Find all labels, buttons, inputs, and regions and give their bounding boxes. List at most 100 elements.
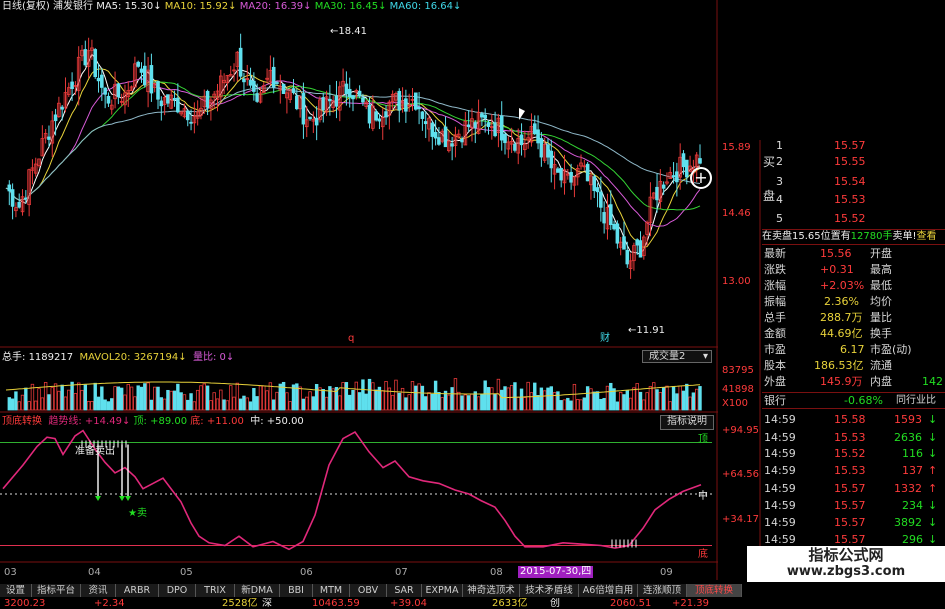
arrow-down-icon: ↓	[928, 447, 938, 460]
volume-bar	[328, 386, 332, 411]
month-label: 03	[4, 567, 17, 578]
period-label[interactable]: 日线(复权)	[2, 1, 50, 12]
month-label: 06	[300, 567, 313, 578]
big-order-notice[interactable]: 在卖盘15.65位置有12780手卖单!查看	[762, 229, 945, 245]
order-book-row[interactable]: 5 15.52	[762, 211, 945, 226]
candle-body	[271, 66, 276, 88]
tab-news[interactable]: 资讯	[81, 584, 116, 597]
volume-header: 总手: 1189217 MAVOL20: 3267194↓ 量比: 0↓	[2, 352, 234, 364]
volume-bar	[176, 383, 180, 411]
tab-obv[interactable]: OBV	[350, 584, 387, 597]
q-marker: q	[348, 333, 355, 344]
volume-bar	[549, 386, 553, 411]
arrow-down-icon: ↓	[121, 416, 131, 427]
candle-body	[351, 95, 355, 100]
volume-ratio-label: 量比:	[192, 352, 217, 363]
candle-body	[367, 104, 372, 124]
candle-body	[377, 118, 382, 122]
volume-bar	[301, 398, 306, 411]
trend-label: 趋势线:	[48, 416, 82, 427]
volume-bar	[556, 391, 560, 411]
bottom-tag: 底	[698, 549, 708, 560]
volume-bar	[361, 379, 365, 411]
volume-bar	[655, 389, 659, 411]
tab-sar[interactable]: SAR	[387, 584, 422, 597]
quote-row: 外盘 145.9万 内盘 142	[764, 375, 943, 388]
tab-a6-double[interactable]: A6倍增自用	[579, 584, 638, 597]
candle-body	[499, 115, 504, 141]
arrow-down-icon: ↓	[928, 516, 938, 529]
arrow-down-icon: ↓	[378, 1, 387, 12]
indicator-name[interactable]: 顶底转换	[2, 416, 42, 427]
tab-indicator-platform[interactable]: 指标平台	[32, 584, 81, 597]
candle-body	[503, 133, 507, 144]
tab-bbi[interactable]: BBI	[280, 584, 313, 597]
tick-row: 14:59 15.57 234 ↓	[764, 499, 938, 512]
candle-body	[413, 92, 418, 110]
volume-mode-select[interactable]: 成交量2 ▾	[642, 350, 712, 363]
candle-body	[308, 116, 312, 120]
volume-bar	[364, 393, 368, 411]
tab-contradiction-line[interactable]: 技术矛盾线	[520, 584, 579, 597]
volume-bar	[119, 387, 124, 411]
candle-body	[615, 223, 620, 244]
volume-bar	[500, 389, 504, 411]
candle-body	[347, 88, 352, 98]
candle-body	[24, 197, 28, 200]
volume-bar	[466, 395, 471, 411]
stock-name: 浦发银行	[53, 1, 93, 12]
candle-body	[205, 90, 210, 108]
finance-marker[interactable]: 财	[600, 333, 610, 345]
indicator-help-button[interactable]: 指标说明	[660, 415, 714, 430]
crosshair-plus-icon[interactable]: +	[690, 167, 712, 189]
quote-row: 振幅 2.36% 均价	[764, 295, 892, 308]
sector-row[interactable]: 银行 -0.68% 同行业比	[762, 392, 945, 409]
mavol-value: 3267194	[133, 352, 179, 363]
tab-consecutive-rise[interactable]: 连涨顺顶	[638, 584, 687, 597]
candle-body	[486, 122, 491, 127]
volume-bar	[486, 387, 491, 411]
arrow-down-icon: ↓	[928, 499, 938, 512]
tab-trix[interactable]: TRIX	[196, 584, 235, 597]
candle-body	[116, 83, 121, 98]
tick-row: 14:59 15.57 1332 ↑	[764, 482, 938, 495]
volume-bar	[433, 380, 438, 411]
tab-settings[interactable]: 设置	[0, 584, 32, 597]
volume-bar	[513, 382, 517, 411]
tab-arbr[interactable]: ARBR	[116, 584, 159, 597]
tab-magic-top[interactable]: 神奇选顶术	[463, 584, 520, 597]
candle-body	[532, 123, 537, 134]
tab-top-bottom-switch[interactable]: 顶底转换	[687, 584, 742, 597]
volume-bar	[414, 385, 418, 411]
order-book-row[interactable]: 3 15.54	[762, 174, 945, 189]
candle-body	[698, 158, 702, 164]
volume-bar	[222, 399, 226, 411]
industry-compare-button[interactable]: 同行业比	[896, 393, 936, 408]
candle-body	[404, 98, 408, 112]
volume-bar	[281, 381, 286, 411]
candle-body	[549, 150, 554, 169]
candle-body	[321, 97, 326, 111]
tab-expma[interactable]: EXPMA	[422, 584, 463, 597]
bottom-label: 底:	[190, 416, 204, 427]
arrow-up-icon: ↑	[928, 482, 938, 495]
volume-axis-label: 83795	[722, 365, 754, 376]
candle-body	[625, 249, 630, 265]
tab-dpo[interactable]: DPO	[159, 584, 196, 597]
volume-bar	[595, 391, 600, 411]
volume-bar	[424, 396, 428, 411]
candle-body	[473, 122, 478, 129]
tab-mtm[interactable]: MTM	[313, 584, 350, 597]
volume-bar	[615, 401, 620, 411]
volume-bar	[24, 387, 28, 411]
candle-body	[248, 79, 253, 86]
tab-new-dma[interactable]: 新DMA	[235, 584, 280, 597]
volume-bar	[559, 400, 563, 411]
volume-bar	[503, 386, 507, 411]
order-book-row[interactable]: 1 15.57	[762, 138, 945, 153]
mavol-label: MAVOL20:	[79, 352, 131, 363]
order-book-row[interactable]: 2 15.55	[762, 154, 945, 169]
order-book-row[interactable]: 4 15.53	[762, 192, 945, 207]
volume-bar	[519, 388, 524, 411]
volume-bar	[661, 387, 666, 411]
